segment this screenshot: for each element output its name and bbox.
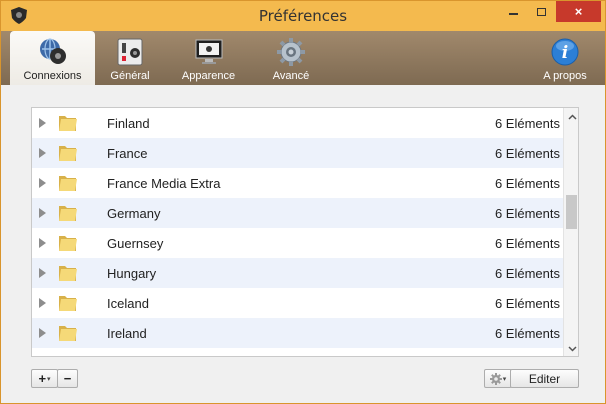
tab-label: Avancé xyxy=(272,70,310,82)
gear-icon xyxy=(277,38,305,66)
item-name: Germany xyxy=(107,206,161,221)
close-icon: × xyxy=(574,4,583,19)
minimize-icon xyxy=(509,12,518,15)
edit-button[interactable]: Editer xyxy=(510,369,579,388)
item-count: 6 Eléments xyxy=(494,146,560,161)
item-name: Iceland xyxy=(107,296,149,311)
list-item[interactable]: Germany 6 Eléments xyxy=(32,198,563,228)
tab-general[interactable]: Général xyxy=(97,31,163,85)
disclosure-triangle-icon[interactable] xyxy=(39,268,46,278)
folder-icon xyxy=(59,266,77,281)
disclosure-triangle-icon[interactable] xyxy=(39,238,46,248)
item-count: 6 Eléments xyxy=(494,236,560,251)
add-button[interactable]: + ▾ xyxy=(31,369,58,388)
disclosure-triangle-icon[interactable] xyxy=(39,298,46,308)
list-item[interactable]: Hungary 6 Eléments xyxy=(32,258,563,288)
chevron-down-icon xyxy=(567,346,577,352)
monitor-icon xyxy=(195,39,222,64)
disclosure-triangle-icon[interactable] xyxy=(39,118,46,128)
scroll-down-arrow[interactable] xyxy=(567,344,577,354)
vertical-scrollbar[interactable] xyxy=(563,108,578,356)
tab-apparence[interactable]: Apparence xyxy=(171,31,246,85)
item-name: Ireland xyxy=(107,326,147,341)
disclosure-triangle-icon[interactable] xyxy=(39,148,46,158)
scroll-up-arrow[interactable] xyxy=(567,112,577,122)
chevron-down-icon: ▾ xyxy=(502,375,507,383)
item-name: Hungary xyxy=(107,266,157,281)
item-count: 6 Eléments xyxy=(494,296,560,311)
chevron-down-icon: ▾ xyxy=(47,375,51,383)
list-item[interactable]: Ireland 6 Eléments xyxy=(32,318,563,348)
scroll-thumb[interactable] xyxy=(566,195,577,229)
server-list[interactable]: Finland 6 Eléments France 6 Eléments Fra… xyxy=(31,107,579,357)
title-bar[interactable]: Préférences × xyxy=(1,1,605,31)
disclosure-triangle-icon[interactable] xyxy=(39,328,46,338)
plus-icon: + xyxy=(38,371,47,386)
folder-icon xyxy=(58,354,78,357)
disclosure-triangle-icon[interactable] xyxy=(39,208,46,218)
item-count: 6 Eléments xyxy=(494,326,560,341)
folder-icon xyxy=(59,116,77,131)
maximize-icon xyxy=(537,7,546,16)
close-button[interactable]: × xyxy=(556,1,601,22)
item-name: Guernsey xyxy=(107,236,164,251)
minus-icon: − xyxy=(63,371,72,386)
list-item[interactable]: Finland 6 Eléments xyxy=(32,108,563,138)
folder-icon xyxy=(59,206,77,221)
preferences-toolbar: Connexions Général Apparence Avancé i A … xyxy=(1,31,605,85)
actions-menu-button[interactable]: ▾ xyxy=(484,369,512,388)
list-item[interactable]: Iceland 6 Eléments xyxy=(32,288,563,318)
item-name: France Media Extra xyxy=(107,176,221,191)
list-item[interactable]: France Media Extra 6 Eléments xyxy=(32,168,563,198)
folder-icon xyxy=(59,326,77,341)
folder-icon xyxy=(59,146,77,161)
folder-icon xyxy=(59,296,77,311)
tab-label: Apparence xyxy=(181,70,236,82)
item-count: 6 Eléments xyxy=(494,176,560,191)
tab-avance[interactable]: Avancé xyxy=(259,31,323,85)
svg-text:i: i xyxy=(562,43,568,63)
server-rows: Finland 6 Eléments France 6 Eléments Fra… xyxy=(32,108,563,357)
tab-connexions[interactable]: Connexions xyxy=(10,31,95,85)
preferences-window: Préférences × Connexions Général Apparen… xyxy=(0,0,606,404)
list-item-partial[interactable] xyxy=(32,348,563,357)
tab-label: Connexions xyxy=(23,70,82,82)
item-count: 6 Eléments xyxy=(494,206,560,221)
minimize-button[interactable] xyxy=(500,1,527,22)
list-item[interactable]: Guernsey 6 Eléments xyxy=(32,228,563,258)
gear-icon xyxy=(489,372,502,385)
folder-icon xyxy=(59,236,77,251)
list-item[interactable]: France 6 Eléments xyxy=(32,138,563,168)
disclosure-triangle-icon[interactable] xyxy=(39,178,46,188)
item-name: Finland xyxy=(107,116,150,131)
tab-a-propos[interactable]: i A propos xyxy=(534,31,596,85)
globe-network-icon xyxy=(39,38,66,64)
item-count: 6 Eléments xyxy=(494,266,560,281)
chevron-up-icon xyxy=(567,114,577,120)
info-icon: i xyxy=(551,38,579,66)
switches-icon xyxy=(117,38,143,66)
remove-button[interactable]: − xyxy=(57,369,78,388)
item-name: France xyxy=(107,146,148,161)
folder-icon xyxy=(59,176,77,191)
item-count: 6 Eléments xyxy=(494,116,560,131)
connexions-panel: Finland 6 Eléments France 6 Eléments Fra… xyxy=(1,85,605,403)
tab-label: Général xyxy=(110,70,150,82)
maximize-button[interactable] xyxy=(528,1,555,22)
tab-label: A propos xyxy=(543,70,587,82)
